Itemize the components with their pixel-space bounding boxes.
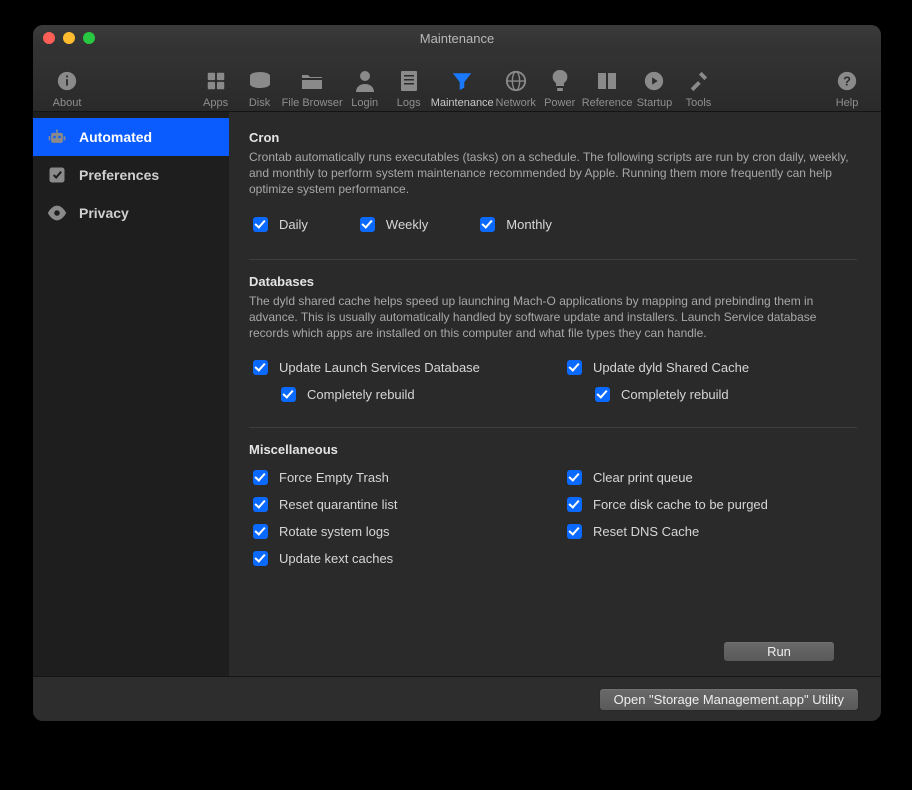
folder-icon <box>300 65 324 97</box>
toolbar-network[interactable]: Network <box>494 65 538 109</box>
opt-clear-print[interactable]: Clear print queue <box>563 467 857 488</box>
info-icon <box>56 65 78 97</box>
toolbar-tools[interactable]: Tools <box>676 65 720 109</box>
content-pane: Cron Crontab automatically runs executab… <box>229 112 881 676</box>
content-footer: Run <box>249 635 857 662</box>
opt-rebuild-launch[interactable]: Completely rebuild <box>277 384 543 405</box>
checkbox-monthly[interactable] <box>480 217 495 232</box>
toolbar-startup[interactable]: Startup <box>632 65 676 109</box>
misc-options: Force Empty Trash Reset quarantine list … <box>249 461 857 575</box>
book-icon <box>596 65 618 97</box>
disk-icon <box>248 65 272 97</box>
checkbox-rebuild-launch[interactable] <box>281 387 296 402</box>
checkbox-rebuild-dyld[interactable] <box>595 387 610 402</box>
toolbar-apps[interactable]: Apps <box>194 65 238 109</box>
opt-force-empty-trash[interactable]: Force Empty Trash <box>249 467 543 488</box>
help-icon: ? <box>836 65 858 97</box>
checkbox-weekly[interactable] <box>360 217 375 232</box>
toolbar-logs[interactable]: Logs <box>387 65 431 109</box>
window-footer: Open "Storage Management.app" Utility <box>33 676 881 721</box>
opt-force-disk-cache[interactable]: Force disk cache to be purged <box>563 494 857 515</box>
apps-icon <box>205 65 227 97</box>
minimize-icon[interactable] <box>63 32 75 44</box>
sidebar-item-preferences[interactable]: Preferences <box>33 156 229 194</box>
checkbox-update-kext[interactable] <box>253 551 268 566</box>
toolbar-maintenance[interactable]: Maintenance <box>431 65 494 109</box>
toolbar-file-browser[interactable]: File Browser <box>282 65 343 109</box>
checkbox-daily[interactable] <box>253 217 268 232</box>
cron-options: Daily Weekly Monthly <box>249 208 857 241</box>
cron-daily[interactable]: Daily <box>249 214 308 235</box>
misc-title: Miscellaneous <box>249 442 857 457</box>
opt-update-dyld[interactable]: Update dyld Shared Cache <box>563 357 857 378</box>
cron-title: Cron <box>249 130 857 145</box>
sidebar-item-privacy[interactable]: Privacy <box>33 194 229 232</box>
sidebar-item-label: Preferences <box>79 167 159 183</box>
titlebar: Maintenance <box>33 25 881 51</box>
divider <box>249 427 857 428</box>
opt-reset-dns[interactable]: Reset DNS Cache <box>563 521 857 542</box>
databases-desc: The dyld shared cache helps speed up lau… <box>249 293 857 342</box>
databases-options: Update Launch Services Database Complete… <box>249 351 857 411</box>
toolbar: About Apps Disk File Browser Login Logs … <box>33 51 881 112</box>
toolbar-reference[interactable]: Reference <box>582 65 633 109</box>
body: Automated Preferences Privacy Cron Cront… <box>33 112 881 676</box>
cron-monthly[interactable]: Monthly <box>476 214 552 235</box>
close-icon[interactable] <box>43 32 55 44</box>
cron-weekly[interactable]: Weekly <box>356 214 428 235</box>
eye-icon <box>45 201 69 225</box>
run-button[interactable]: Run <box>723 641 835 662</box>
checkbox-update-launch[interactable] <box>253 360 268 375</box>
bulb-icon <box>551 65 569 97</box>
toolbar-disk[interactable]: Disk <box>238 65 282 109</box>
robot-icon <box>45 125 69 149</box>
sidebar-item-automated[interactable]: Automated <box>33 118 229 156</box>
toolbar-login[interactable]: Login <box>343 65 387 109</box>
funnel-icon <box>451 65 473 97</box>
toolbar-about[interactable]: About <box>45 65 89 109</box>
logs-icon <box>400 65 418 97</box>
sidebar-item-label: Privacy <box>79 205 129 221</box>
checkbox-update-dyld[interactable] <box>567 360 582 375</box>
window-controls <box>43 32 95 44</box>
sidebar: Automated Preferences Privacy <box>33 112 229 676</box>
opt-rebuild-dyld[interactable]: Completely rebuild <box>591 384 857 405</box>
window-title: Maintenance <box>420 31 494 46</box>
opt-rotate-logs[interactable]: Rotate system logs <box>249 521 543 542</box>
app-window: Maintenance About Apps Disk File Browser… <box>33 25 881 721</box>
cron-desc: Crontab automatically runs executables (… <box>249 149 857 198</box>
toolbar-help[interactable]: ? Help <box>825 65 869 109</box>
checkbox-empty-trash[interactable] <box>253 470 268 485</box>
opt-update-launch[interactable]: Update Launch Services Database <box>249 357 543 378</box>
user-icon <box>355 65 375 97</box>
opt-update-kext[interactable]: Update kext caches <box>249 548 543 569</box>
open-storage-button[interactable]: Open "Storage Management.app" Utility <box>599 688 859 711</box>
checkbox-rotate-logs[interactable] <box>253 524 268 539</box>
checkbox-icon <box>45 163 69 187</box>
databases-title: Databases <box>249 274 857 289</box>
checkbox-force-disk-cache[interactable] <box>567 497 582 512</box>
opt-reset-quarantine[interactable]: Reset quarantine list <box>249 494 543 515</box>
play-icon <box>643 65 665 97</box>
checkbox-reset-dns[interactable] <box>567 524 582 539</box>
divider <box>249 259 857 260</box>
svg-text:?: ? <box>843 74 851 89</box>
checkbox-clear-print[interactable] <box>567 470 582 485</box>
toolbar-power[interactable]: Power <box>538 65 582 109</box>
checkbox-reset-quarantine[interactable] <box>253 497 268 512</box>
sidebar-item-label: Automated <box>79 129 152 145</box>
zoom-icon[interactable] <box>83 32 95 44</box>
tools-icon <box>687 65 709 97</box>
globe-icon <box>505 65 527 97</box>
